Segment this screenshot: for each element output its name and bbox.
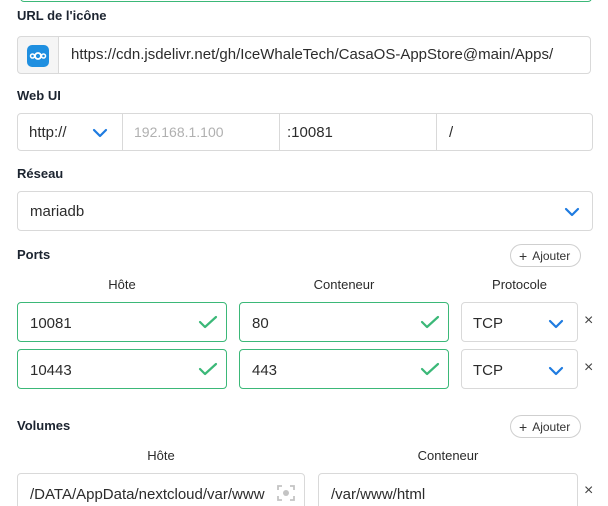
remove-port-close-icon[interactable]: × <box>584 359 593 377</box>
path-input[interactable]: / <box>436 113 593 151</box>
port-protocol-select[interactable]: TCP <box>461 302 578 342</box>
path-value: / <box>449 124 454 141</box>
icon-url-input[interactable]: https://cdn.jsdelivr.net/gh/IceWhaleTech… <box>58 36 591 74</box>
port-host-input[interactable]: 10081 <box>17 302 227 342</box>
plus-icon: + <box>519 247 528 264</box>
port-container-value: 443 <box>252 362 278 379</box>
volumes-label: Volumes <box>17 418 71 433</box>
network-select[interactable]: mariadb <box>17 191 593 231</box>
host-placeholder: 192.168.1.100 <box>134 124 224 140</box>
port-protocol-value: TCP <box>473 315 503 332</box>
port-input[interactable]: :10081 <box>279 113 437 151</box>
check-icon <box>420 362 440 376</box>
chevron-down-icon <box>564 207 580 217</box>
port-value: :10081 <box>287 124 333 141</box>
icon-url-label: URL de l'icône <box>17 8 107 23</box>
ports-col-host: Hôte <box>108 277 136 292</box>
host-input[interactable]: 192.168.1.100 <box>122 113 280 151</box>
port-host-input[interactable]: 10443 <box>17 349 227 389</box>
add-volume-label: Ajouter <box>532 419 571 434</box>
previous-field-edge <box>20 0 592 2</box>
app-icon-preview <box>17 36 59 74</box>
chevron-down-icon <box>548 366 564 376</box>
network-label: Réseau <box>17 166 64 181</box>
port-protocol-select[interactable]: TCP <box>461 349 578 389</box>
port-container-input[interactable]: 443 <box>239 349 449 389</box>
port-host-value: 10081 <box>30 315 72 332</box>
check-icon <box>198 315 218 329</box>
volume-container-input[interactable]: /var/www/html <box>318 473 578 506</box>
check-icon <box>198 362 218 376</box>
folder-browse-icon[interactable] <box>276 483 296 503</box>
ports-col-container: Conteneur <box>313 277 375 292</box>
chevron-down-icon <box>92 128 108 138</box>
port-container-value: 80 <box>252 315 269 332</box>
ports-col-protocol: Protocole <box>492 277 547 292</box>
volumes-col-host: Hôte <box>147 448 175 463</box>
add-port-label: Ajouter <box>532 248 571 263</box>
add-volume-button[interactable]: + Ajouter <box>510 415 582 438</box>
remove-port-close-icon[interactable]: × <box>584 312 593 330</box>
network-value: mariadb <box>30 203 85 220</box>
volume-host-value: /DATA/AppData/nextcloud/var/www <box>30 486 265 503</box>
protocol-select[interactable]: http:// <box>17 113 123 151</box>
port-container-input[interactable]: 80 <box>239 302 449 342</box>
nextcloud-logo-icon <box>27 45 49 67</box>
ports-label: Ports <box>17 247 51 262</box>
protocol-value: http:// <box>29 124 67 141</box>
add-port-button[interactable]: + Ajouter <box>510 244 582 267</box>
port-protocol-value: TCP <box>473 362 503 379</box>
plus-icon: + <box>519 418 528 435</box>
check-icon <box>420 315 440 329</box>
volume-host-input[interactable]: /DATA/AppData/nextcloud/var/www <box>17 473 305 506</box>
chevron-down-icon <box>548 319 564 329</box>
remove-volume-close-icon[interactable]: × <box>584 482 593 500</box>
volumes-col-container: Conteneur <box>417 448 479 463</box>
web-ui-label: Web UI <box>17 88 61 103</box>
port-host-value: 10443 <box>30 362 72 379</box>
volume-container-value: /var/www/html <box>331 486 426 503</box>
icon-url-value: https://cdn.jsdelivr.net/gh/IceWhaleTech… <box>71 46 554 63</box>
